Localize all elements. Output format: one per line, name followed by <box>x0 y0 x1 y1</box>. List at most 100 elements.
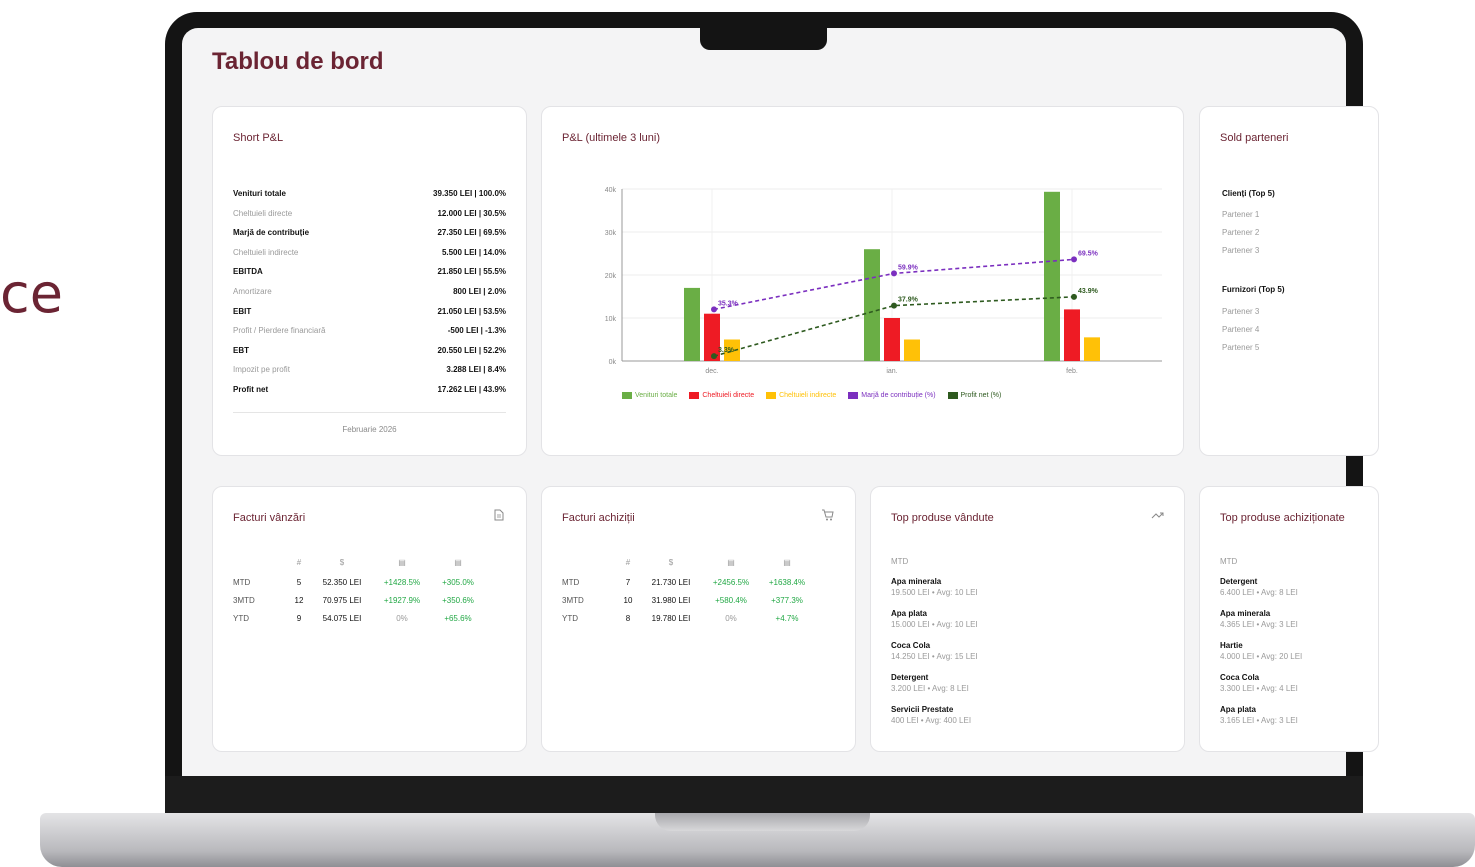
legend-item-profit-net[interactable]: Profit net (%) <box>947 392 1002 400</box>
list-item[interactable]: Apa plata 3.165 LEI • Avg: 3 LEI <box>1220 705 1298 725</box>
client-item[interactable]: Partener 2 <box>1222 228 1259 237</box>
legend-swatch <box>622 392 632 399</box>
legend-label: Marjă de contribuție (%) <box>861 392 936 400</box>
top-bought-title: Top produse achiziționate <box>1220 512 1345 524</box>
supplier-item[interactable]: Partener 5 <box>1222 343 1259 352</box>
bar-venituri-totale <box>864 249 880 361</box>
legend-label: Profit net (%) <box>960 392 1002 400</box>
chart-legend: Venituri totale Cheltuieli directe Chelt… <box>622 392 1011 399</box>
legend-item-cheltuieli-directe[interactable]: Cheltuieli directe <box>689 392 754 399</box>
y-tick-label: 0k <box>609 359 617 366</box>
list-item[interactable]: Coca Cola 14.250 LEI • Avg: 15 LEI <box>891 641 978 661</box>
cell-change: +1638.4% <box>768 577 806 587</box>
supplier-item[interactable]: Partener 4 <box>1222 325 1259 334</box>
column-header <box>562 551 614 573</box>
legend-item-venituri[interactable]: Venituri totale <box>622 392 677 399</box>
partners-title: Sold parteneri <box>1220 132 1289 144</box>
list-item[interactable]: Detergent 6.400 LEI • Avg: 8 LEI <box>1220 577 1298 597</box>
partners-card: Sold parteneri Clienți (Top 5) Partener … <box>1199 106 1379 456</box>
short-pl-period: Februarie 2026 <box>342 425 397 434</box>
list-item[interactable]: Apa minerala 19.500 LEI • Avg: 10 LEI <box>891 577 978 597</box>
purchase-invoices-table: # $ ▤ ▤ MTD 7 21.730 LEI +2456.5% +1638.… <box>562 551 812 627</box>
cell-change: +65.6% <box>444 613 472 623</box>
line-point <box>1071 293 1077 300</box>
pl-row-value: 17.262 LEI | 43.9% <box>437 385 506 394</box>
column-header-calendar: ▤ <box>727 557 735 567</box>
product-name: Apa plata <box>1220 705 1257 714</box>
legend-label: Cheltuieli indirecte <box>779 392 837 400</box>
product-meta: 14.250 LEI • Avg: 15 LEI <box>891 652 978 661</box>
row-label: 3MTD <box>562 595 584 605</box>
x-tick-label: ian. <box>886 368 897 375</box>
trend-up-icon[interactable] <box>1151 509 1164 523</box>
legend-swatch <box>947 392 958 399</box>
pl-row-value: 20.550 LEI | 52.2% <box>437 345 506 355</box>
pl-row-value: 39.350 LEI | 100.0% <box>433 189 506 198</box>
column-header-calendar: ▤ <box>454 557 462 567</box>
list-item[interactable]: Servicii Prestate 400 LEI • Avg: 400 LEI <box>891 705 971 725</box>
y-tick-label: 10k <box>605 316 617 323</box>
pl-row-label: Impozit pe profit <box>233 365 290 375</box>
purchase-invoices-title: Facturi achiziții <box>562 512 635 524</box>
legend-item-cheltuieli-indirecte[interactable]: Cheltuieli indirecte <box>766 392 836 399</box>
column-header-count: # <box>625 557 631 567</box>
pl-row: Impozit pe profit 3.288 LEI | 8.4% <box>233 365 506 380</box>
product-name: Apa minerala <box>1220 609 1271 618</box>
pl-row-label: EBITDA <box>233 267 263 277</box>
pl-row-label: Amortizare <box>233 287 272 296</box>
cell-amount: 52.350 LEI <box>322 577 362 587</box>
list-item[interactable]: Apa minerala 4.365 LEI • Avg: 3 LEI <box>1220 609 1298 629</box>
legend-item-marja[interactable]: Marjă de contribuție (%) <box>848 392 936 400</box>
column-header-count: # <box>296 557 302 567</box>
sales-invoices-table: # $ ▤ ▤ MTD 5 52.350 LEI +1428.5% +305.0… <box>233 551 483 627</box>
x-tick-label: feb. <box>1066 368 1078 375</box>
cell-change: 0% <box>396 613 408 623</box>
column-header-amount: $ <box>668 557 674 567</box>
pl-row-label: Cheltuieli directe <box>233 208 293 218</box>
pl-chart-card: P&L (ultimele 3 luni) 0k 10k 20k 30k 40k dec.… <box>541 106 1184 456</box>
table-row: 3MTD 12 70.975 LEI +1927.9% +350.6% <box>233 591 483 609</box>
product-meta: 3.200 LEI • Avg: 8 LEI <box>891 684 969 693</box>
cell-change: +1927.9% <box>383 595 421 605</box>
product-name: Coca Cola <box>1220 673 1260 682</box>
data-label: 59.9% <box>898 264 919 271</box>
sales-invoices-card: Facturi vânzări # $ ▤ ▤ MTD 5 52.350 LEI… <box>212 486 527 752</box>
data-label: 3.3% <box>718 347 735 354</box>
cart-icon[interactable] <box>821 509 834 524</box>
pl-row-value: 21.050 LEI | 53.5% <box>437 306 506 316</box>
suppliers-heading: Furnizori (Top 5) <box>1222 285 1285 294</box>
pl-row-value: -500 LEI | -1.3% <box>447 326 506 336</box>
pl-row: EBITDA 21.850 LEI | 55.5% <box>233 267 506 282</box>
legend-swatch <box>689 392 700 399</box>
product-meta: 19.500 LEI • Avg: 10 LEI <box>891 588 978 597</box>
line-point <box>1071 256 1077 263</box>
client-item[interactable]: Partener 1 <box>1222 210 1259 219</box>
data-label: 69.5% <box>1078 250 1099 257</box>
cell-count: 9 <box>296 613 302 623</box>
product-meta: 4.365 LEI • Avg: 3 LEI <box>1220 620 1298 629</box>
legend-swatch <box>766 392 777 399</box>
top-sold-card: Top produse vândute MTD Apa minerala 19.5… <box>870 486 1185 752</box>
sales-invoices-title: Facturi vânzări <box>233 512 306 524</box>
document-icon[interactable] <box>494 509 504 524</box>
top-bought-card: Top produse achiziționate MTD Detergent 6… <box>1199 486 1379 752</box>
line-point <box>711 353 717 360</box>
x-tick-label: dec. <box>705 368 718 375</box>
client-item[interactable]: Partener 3 <box>1222 246 1259 255</box>
supplier-item[interactable]: Partener 3 <box>1222 307 1259 316</box>
pl-row-label: Profit / Pierdere financiară <box>233 326 326 336</box>
line-marj-de-contribu-ie- <box>713 258 1075 311</box>
list-item[interactable]: Detergent 3.200 LEI • Avg: 8 LEI <box>891 673 969 693</box>
row-label: YTD <box>233 613 249 623</box>
cell-amount: 54.075 LEI <box>322 613 362 623</box>
column-header-amount: $ <box>339 557 345 567</box>
list-item[interactable]: Coca Cola 3.300 LEI • Avg: 4 LEI <box>1220 673 1298 693</box>
product-meta: 400 LEI • Avg: 400 LEI <box>891 716 972 725</box>
pl-row: Cheltuieli indirecte 5.500 LEI | 14.0% <box>233 248 506 263</box>
table-row: MTD 7 21.730 LEI +2456.5% +1638.4% <box>562 573 812 591</box>
product-meta: 3.300 LEI • Avg: 4 LEI <box>1220 684 1298 693</box>
pl-row: Marjă de contribuție 27.350 LEI | 69.5% <box>233 228 506 243</box>
list-item[interactable]: Hartie 4.000 LEI • Avg: 20 LEI <box>1220 641 1302 661</box>
list-item[interactable]: Apa plata 15.000 LEI • Avg: 10 LEI <box>891 609 978 629</box>
cell-count: 5 <box>296 577 302 587</box>
